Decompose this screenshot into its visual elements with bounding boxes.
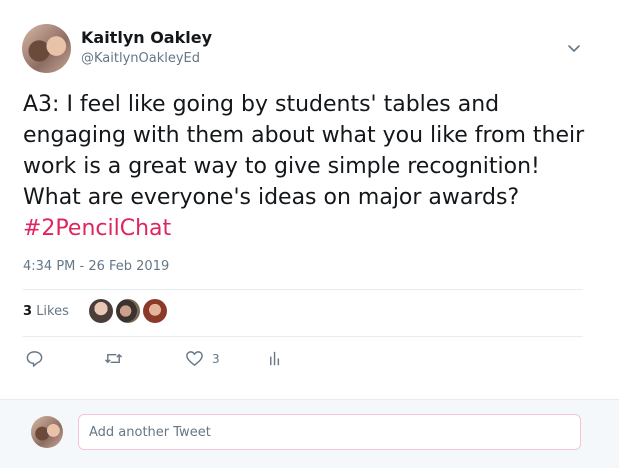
analytics-icon bbox=[270, 351, 280, 366]
likes-label: Likes bbox=[36, 304, 69, 319]
chevron-down-icon[interactable] bbox=[564, 38, 584, 58]
likes-stat[interactable]: 3 Likes bbox=[23, 304, 69, 319]
divider bbox=[23, 336, 583, 337]
tweet-timestamp[interactable]: 4:34 PM - 26 Feb 2019 bbox=[23, 259, 169, 274]
author-name[interactable]: Kaitlyn Oakley bbox=[81, 28, 212, 47]
liker-avatar[interactable] bbox=[143, 299, 167, 323]
like-button[interactable]: 3 bbox=[185, 349, 220, 368]
author-avatar[interactable] bbox=[22, 24, 71, 73]
liker-avatar[interactable] bbox=[89, 299, 113, 323]
likes-count: 3 bbox=[23, 304, 33, 319]
user-avatar[interactable] bbox=[31, 416, 63, 448]
tweet-text: A3: I feel like going by students' table… bbox=[23, 89, 603, 244]
tweet-body: A3: I feel like going by students' table… bbox=[23, 92, 585, 210]
author-handle[interactable]: @KaitlynOakleyEd bbox=[81, 51, 200, 66]
retweet-icon bbox=[104, 353, 123, 364]
add-tweet-input[interactable]: Add another Tweet bbox=[78, 414, 581, 450]
heart-icon bbox=[186, 351, 203, 366]
reply-icon bbox=[26, 351, 43, 367]
like-count: 3 bbox=[212, 351, 220, 366]
retweet-button[interactable] bbox=[104, 349, 123, 368]
likers-avatars bbox=[89, 299, 167, 323]
hashtag-link[interactable]: #2PencilChat bbox=[23, 216, 171, 241]
divider bbox=[23, 289, 583, 290]
reply-button[interactable] bbox=[25, 349, 44, 368]
liker-avatar[interactable] bbox=[116, 299, 140, 323]
analytics-button[interactable] bbox=[266, 349, 285, 368]
